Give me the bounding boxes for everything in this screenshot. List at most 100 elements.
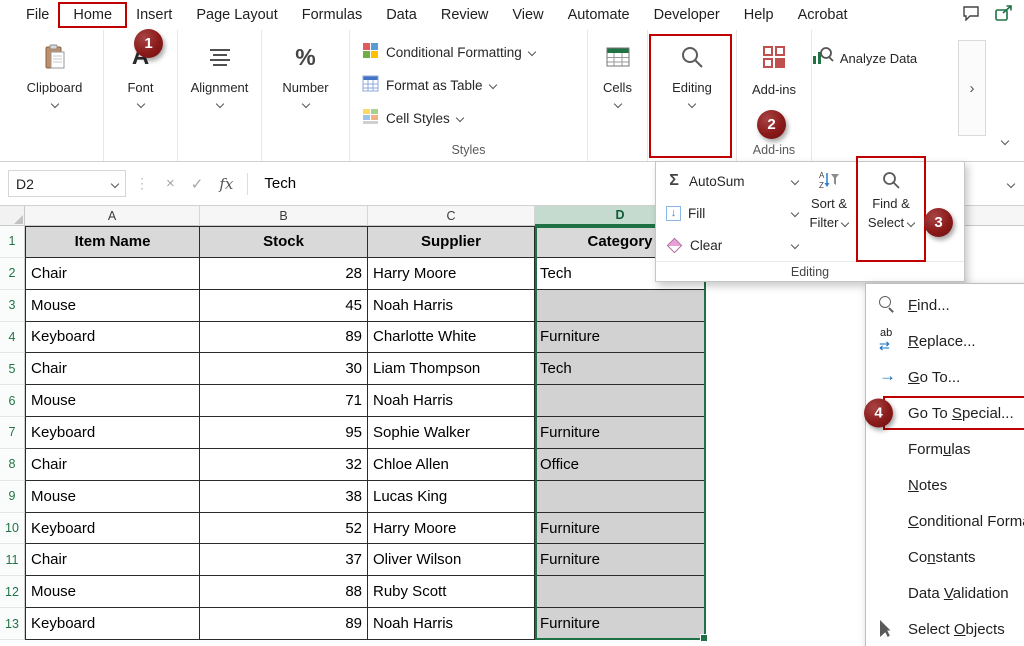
sort-filter-button[interactable]: AZ Sort & Filter: [802, 168, 856, 260]
cell-item-name[interactable]: Chair: [25, 544, 200, 577]
ribbon-more-button[interactable]: ›: [958, 40, 986, 136]
cell-supplier[interactable]: Ruby Scott: [368, 576, 535, 609]
row-header[interactable]: 8: [0, 448, 25, 481]
insert-function-icon[interactable]: fx: [219, 175, 233, 193]
row-header[interactable]: 12: [0, 576, 25, 609]
ribbon-tab-developer[interactable]: Developer: [642, 3, 732, 27]
cell-supplier[interactable]: Harry Moore: [368, 257, 535, 290]
ribbon-tab-review[interactable]: Review: [429, 3, 501, 27]
row-header[interactable]: 9: [0, 480, 25, 513]
cell-stock[interactable]: 89: [200, 321, 368, 354]
enter-icon[interactable]: ✓: [191, 175, 204, 193]
cell-category[interactable]: [535, 480, 706, 513]
conditional-formatting-button[interactable]: Conditional Formatting: [362, 42, 537, 62]
row-header[interactable]: 7: [0, 417, 25, 449]
name-box[interactable]: D2: [8, 170, 126, 197]
cell-styles-button[interactable]: Cell Styles: [362, 108, 535, 128]
cell-category[interactable]: [535, 385, 706, 418]
cell-category[interactable]: [535, 289, 706, 322]
cell-stock[interactable]: 95: [200, 417, 368, 449]
formula-bar-value[interactable]: Tech: [264, 175, 296, 192]
ribbon-group-cells[interactable]: Cells: [588, 30, 648, 161]
cell-item-name[interactable]: Keyboard: [25, 321, 200, 354]
menu-item[interactable]: Select Objects: [866, 611, 1024, 646]
ribbon-tab-automate[interactable]: Automate: [556, 3, 642, 27]
cell-category[interactable]: Tech: [535, 353, 706, 386]
ribbon-group-clipboard[interactable]: Clipboard: [6, 30, 104, 161]
cell-supplier[interactable]: Oliver Wilson: [368, 544, 535, 577]
cell-supplier[interactable]: Charlotte White: [368, 321, 535, 354]
column-header-b[interactable]: B: [200, 206, 368, 226]
cell-item-name[interactable]: Chair: [25, 353, 200, 386]
ribbon-group-addins[interactable]: Add-ins Add-ins: [737, 30, 812, 161]
cell-item-name[interactable]: Mouse: [25, 576, 200, 609]
row-header[interactable]: 4: [0, 321, 25, 354]
cell-stock[interactable]: 52: [200, 512, 368, 545]
cell-stock[interactable]: 30: [200, 353, 368, 386]
cell-stock[interactable]: 45: [200, 289, 368, 322]
cell-supplier[interactable]: Noah Harris: [368, 608, 535, 640]
cell-item-name[interactable]: Keyboard: [25, 608, 200, 640]
ribbon-tab-insert[interactable]: Insert: [124, 3, 184, 27]
collapse-ribbon-icon[interactable]: [1000, 136, 1010, 146]
row-header[interactable]: 2: [0, 257, 25, 290]
cell-supplier[interactable]: Harry Moore: [368, 512, 535, 545]
cell-category[interactable]: Furniture: [535, 321, 706, 354]
ribbon-tab-view[interactable]: View: [500, 3, 555, 27]
menu-item[interactable]: Formulas: [866, 431, 1024, 467]
expand-formula-bar-icon[interactable]: [1006, 179, 1016, 188]
cell-stock[interactable]: 88: [200, 576, 368, 609]
cell-stock[interactable]: 37: [200, 544, 368, 577]
row-header[interactable]: 10: [0, 512, 25, 545]
ribbon-tab-help[interactable]: Help: [732, 3, 786, 27]
cell-stock[interactable]: 71: [200, 385, 368, 418]
menu-item[interactable]: Find...: [866, 287, 1024, 323]
row-header[interactable]: 3: [0, 289, 25, 322]
menu-item[interactable]: Replace...: [866, 323, 1024, 359]
cell-stock[interactable]: Stock: [200, 226, 368, 258]
cell-item-name[interactable]: Mouse: [25, 385, 200, 418]
select-all-corner[interactable]: [0, 206, 25, 226]
cell-item-name[interactable]: Chair: [25, 257, 200, 290]
row-header[interactable]: 11: [0, 544, 25, 577]
row-header[interactable]: 13: [0, 608, 25, 640]
ribbon-group-number[interactable]: % Number: [262, 30, 350, 161]
cell-item-name[interactable]: Item Name: [25, 226, 200, 258]
cell-item-name[interactable]: Mouse: [25, 289, 200, 322]
ribbon-group-font[interactable]: A Font: [104, 30, 178, 161]
ribbon-tab-acrobat[interactable]: Acrobat: [786, 3, 860, 27]
ribbon-tab-page-layout[interactable]: Page Layout: [184, 3, 289, 27]
menu-item[interactable]: Constants: [866, 539, 1024, 575]
format-as-table-button[interactable]: Format as Table: [362, 75, 535, 95]
ribbon-tab-home[interactable]: Home 1: [58, 2, 164, 58]
cell-stock[interactable]: 89: [200, 608, 368, 640]
cell-supplier[interactable]: Noah Harris: [368, 289, 535, 322]
cell-category[interactable]: Furniture: [535, 608, 706, 640]
ribbon-group-editing[interactable]: Editing: [648, 30, 737, 161]
ribbon-tab-file[interactable]: File: [14, 3, 61, 27]
autosum-button[interactable]: Σ AutoSum: [666, 168, 800, 194]
column-header-c[interactable]: C: [368, 206, 535, 226]
menu-item[interactable]: Conditional Formatting: [866, 503, 1024, 539]
column-header-a[interactable]: A: [25, 206, 200, 226]
row-header[interactable]: 1: [0, 226, 25, 258]
cell-supplier[interactable]: Noah Harris: [368, 385, 535, 418]
cell-item-name[interactable]: Chair: [25, 448, 200, 481]
ribbon-tab-formulas[interactable]: Formulas: [290, 3, 374, 27]
cell-category[interactable]: Office: [535, 448, 706, 481]
cell-supplier[interactable]: Supplier: [368, 226, 535, 258]
ribbon-group-analyze-data[interactable]: Analyze Data: [812, 30, 917, 161]
menu-item[interactable]: Notes: [866, 467, 1024, 503]
cell-stock[interactable]: 28: [200, 257, 368, 290]
cell-supplier[interactable]: Liam Thompson: [368, 353, 535, 386]
ribbon-tab-data[interactable]: Data: [374, 3, 429, 27]
cell-category[interactable]: [535, 576, 706, 609]
menu-item[interactable]: Data Validation: [866, 575, 1024, 611]
cell-item-name[interactable]: Keyboard: [25, 417, 200, 449]
find-select-button[interactable]: Find & Select: [856, 156, 926, 262]
cell-supplier[interactable]: Chloe Allen: [368, 448, 535, 481]
share-icon[interactable]: [994, 4, 1014, 27]
cell-supplier[interactable]: Lucas King: [368, 480, 535, 513]
row-header[interactable]: 5: [0, 353, 25, 386]
cell-category[interactable]: Furniture: [535, 512, 706, 545]
